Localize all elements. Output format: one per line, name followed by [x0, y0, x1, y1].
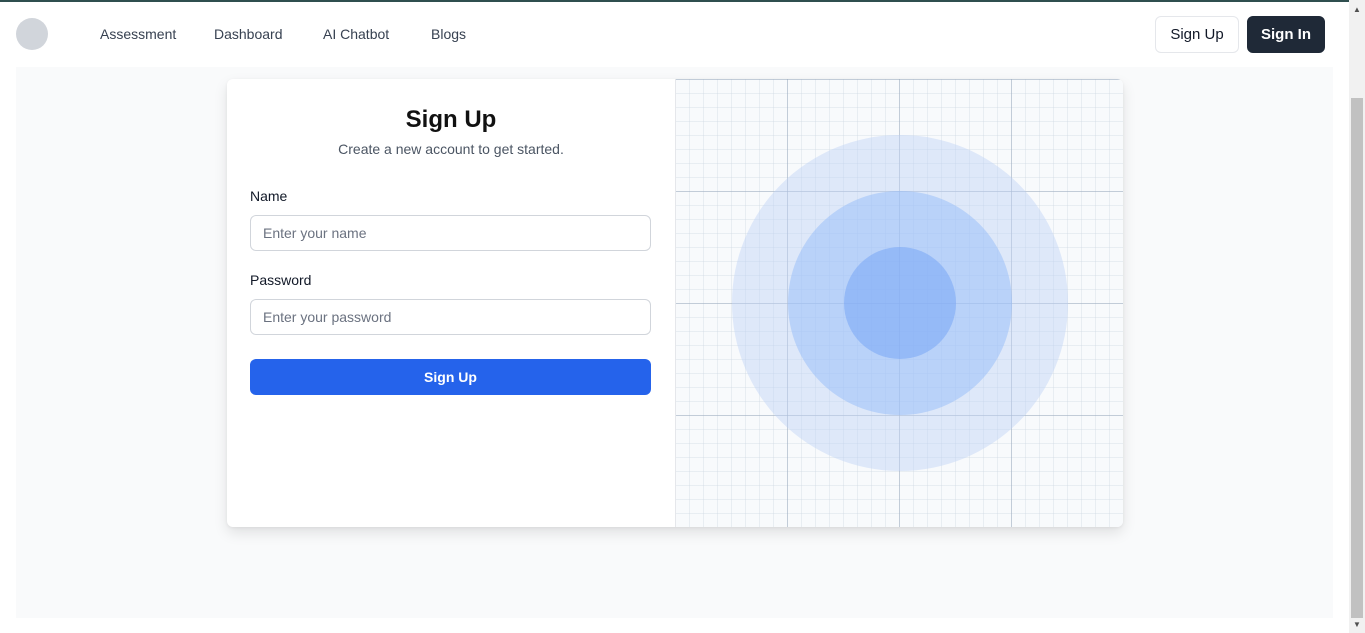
- header-signup-button[interactable]: Sign Up: [1155, 16, 1239, 53]
- nav-assessment[interactable]: Assessment: [100, 26, 176, 42]
- scroll-thumb[interactable]: [1351, 98, 1363, 618]
- decorative-grid-panel: [675, 79, 1123, 527]
- signup-card: Sign Up Create a new account to get star…: [227, 79, 1123, 527]
- scroll-down-icon[interactable]: ▼: [1349, 617, 1365, 633]
- form-title: Sign Up: [405, 106, 497, 133]
- signup-form: Sign Up Create a new account to get star…: [227, 79, 675, 527]
- name-label: Name: [250, 188, 288, 204]
- signup-submit-button[interactable]: Sign Up: [250, 359, 651, 395]
- main-content: Sign Up Create a new account to get star…: [16, 67, 1333, 618]
- navbar: Assessment Dashboard AI Chatbot Blogs Si…: [0, 2, 1349, 67]
- nav-blogs[interactable]: Blogs: [431, 26, 466, 42]
- header-signin-button[interactable]: Sign In: [1247, 16, 1325, 53]
- password-label: Password: [250, 272, 312, 288]
- logo-avatar[interactable]: [16, 18, 48, 50]
- password-input[interactable]: [250, 299, 651, 335]
- scroll-up-icon[interactable]: ▲: [1349, 2, 1365, 18]
- vertical-scrollbar[interactable]: ▲ ▼: [1349, 0, 1365, 633]
- name-input[interactable]: [250, 215, 651, 251]
- inner-circle-shape: [844, 247, 956, 359]
- form-subtitle: Create a new account to get started.: [338, 141, 564, 157]
- nav-dashboard[interactable]: Dashboard: [214, 26, 283, 42]
- nav-ai-chatbot[interactable]: AI Chatbot: [323, 26, 389, 42]
